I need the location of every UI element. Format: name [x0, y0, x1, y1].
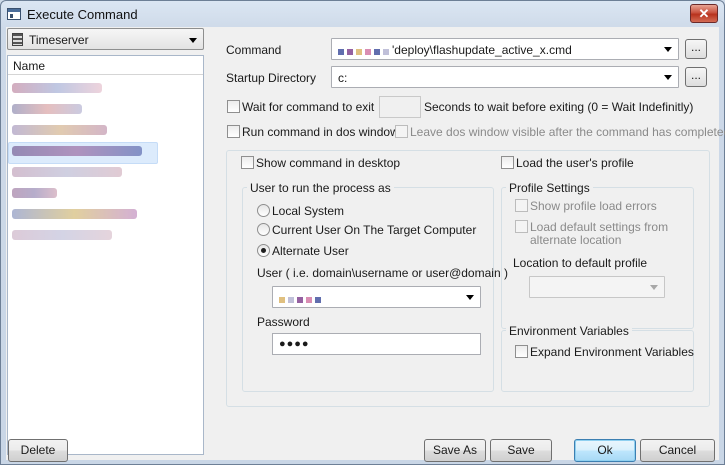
list-item[interactable] — [12, 188, 57, 200]
startup-directory-browse-button[interactable]: ... — [685, 67, 707, 87]
expand-env-vars-checkbox[interactable] — [515, 345, 528, 358]
dialog-client-area: Timeserver Name Command 'deploy\flashupd… — [6, 27, 725, 462]
obscured-item-name — [12, 125, 107, 135]
list-item[interactable] — [8, 142, 158, 164]
list-item[interactable] — [12, 83, 102, 95]
close-icon: ✕ — [698, 6, 710, 21]
user-value — [279, 291, 324, 306]
load-default-settings-label-2: alternate location — [530, 233, 622, 247]
chevron-down-icon — [650, 285, 658, 290]
obscured-item-name — [12, 83, 102, 93]
save-button[interactable]: Save — [490, 439, 552, 462]
chevron-down-icon — [189, 38, 197, 43]
execute-command-window: Execute Command ✕ Timeserver Name Comman… — [0, 0, 725, 465]
title-bar: Execute Command ✕ — [1, 1, 724, 28]
startup-directory-label: Startup Directory — [226, 71, 317, 85]
server-group-value: Timeserver — [29, 33, 89, 47]
chevron-down-icon — [466, 295, 474, 300]
cancel-button[interactable]: Cancel — [640, 439, 715, 462]
startup-directory-value: c: — [338, 71, 348, 85]
obscured-item-name — [12, 146, 142, 156]
window-title: Execute Command — [27, 7, 138, 22]
list-header-name[interactable]: Name — [8, 56, 203, 75]
show-profile-errors-label: Show profile load errors — [530, 199, 657, 213]
show-profile-errors-checkbox[interactable] — [515, 199, 528, 212]
run-as-legend: User to run the process as — [247, 181, 394, 195]
list-item[interactable] — [12, 104, 82, 116]
password-label: Password — [257, 315, 310, 329]
leave-dos-visible-label: Leave dos window visible after the comma… — [410, 125, 725, 139]
environment-variables-legend: Environment Variables — [506, 324, 632, 338]
expand-env-vars-label: Expand Environment Variables — [530, 345, 694, 359]
save-as-button[interactable]: Save As — [424, 439, 486, 462]
list-item[interactable] — [12, 209, 137, 221]
wait-for-exit-label: Wait for command to exit — [242, 100, 375, 114]
list-item[interactable] — [12, 125, 107, 137]
radio-alternate-user[interactable] — [257, 244, 270, 257]
obscured-item-name — [12, 104, 82, 114]
load-user-profile-checkbox[interactable] — [501, 156, 514, 169]
server-icon — [12, 33, 23, 46]
list-item[interactable] — [12, 167, 122, 179]
run-in-dos-window-label: Run command in dos window — [242, 125, 399, 139]
load-default-settings-label-1: Load default settings from — [530, 220, 669, 234]
password-input[interactable]: ●●●● — [272, 333, 481, 355]
chevron-down-icon — [664, 75, 672, 80]
default-profile-location-label: Location to default profile — [513, 256, 648, 270]
command-combo[interactable]: 'deploy\flashupdate_active_x.cmd — [331, 38, 679, 60]
obscured-item-name — [12, 167, 122, 177]
radio-current-user-label: Current User On The Target Computer — [272, 223, 477, 237]
obscured-item-name — [12, 230, 112, 240]
server-group-dropdown[interactable]: Timeserver — [7, 28, 204, 50]
obscured-item-name — [12, 188, 57, 198]
radio-current-user[interactable] — [257, 223, 270, 236]
ok-button[interactable]: Ok — [574, 439, 636, 462]
list-item[interactable] — [12, 230, 112, 242]
obscured-item-name — [12, 209, 137, 219]
close-button[interactable]: ✕ — [690, 4, 718, 23]
load-user-profile-label: Load the user's profile — [516, 156, 634, 170]
seconds-to-wait-input[interactable] — [379, 96, 421, 118]
show-in-desktop-label: Show command in desktop — [256, 156, 401, 170]
seconds-to-wait-label: Seconds to wait before exiting (0 = Wait… — [424, 100, 694, 114]
password-value: ●●●● — [279, 338, 310, 350]
radio-alternate-user-label: Alternate User — [272, 244, 349, 258]
environment-variables-group: Environment Variables — [501, 324, 694, 392]
user-label: User ( i.e. domain\username or user@doma… — [257, 266, 508, 280]
command-list[interactable]: Name — [7, 55, 204, 455]
command-value: 'deploy\flashupdate_active_x.cmd — [338, 43, 572, 58]
startup-directory-combo[interactable]: c: — [331, 66, 679, 88]
chevron-down-icon — [664, 47, 672, 52]
leave-dos-visible-checkbox[interactable] — [395, 125, 408, 138]
wait-for-exit-checkbox[interactable] — [227, 100, 240, 113]
load-default-settings-checkbox[interactable] — [515, 220, 528, 233]
app-window-icon — [7, 8, 21, 20]
command-browse-button[interactable]: ... — [685, 39, 707, 59]
run-in-dos-window-checkbox[interactable] — [227, 125, 240, 138]
user-combo[interactable] — [272, 286, 481, 308]
default-profile-location-combo[interactable] — [529, 276, 665, 298]
delete-button[interactable]: Delete — [8, 439, 68, 462]
seconds-to-wait-field[interactable] — [380, 97, 420, 117]
command-label: Command — [226, 43, 282, 57]
profile-settings-legend: Profile Settings — [506, 181, 593, 195]
radio-local-system[interactable] — [257, 204, 270, 217]
show-in-desktop-checkbox[interactable] — [241, 156, 254, 169]
radio-local-system-label: Local System — [272, 204, 345, 218]
